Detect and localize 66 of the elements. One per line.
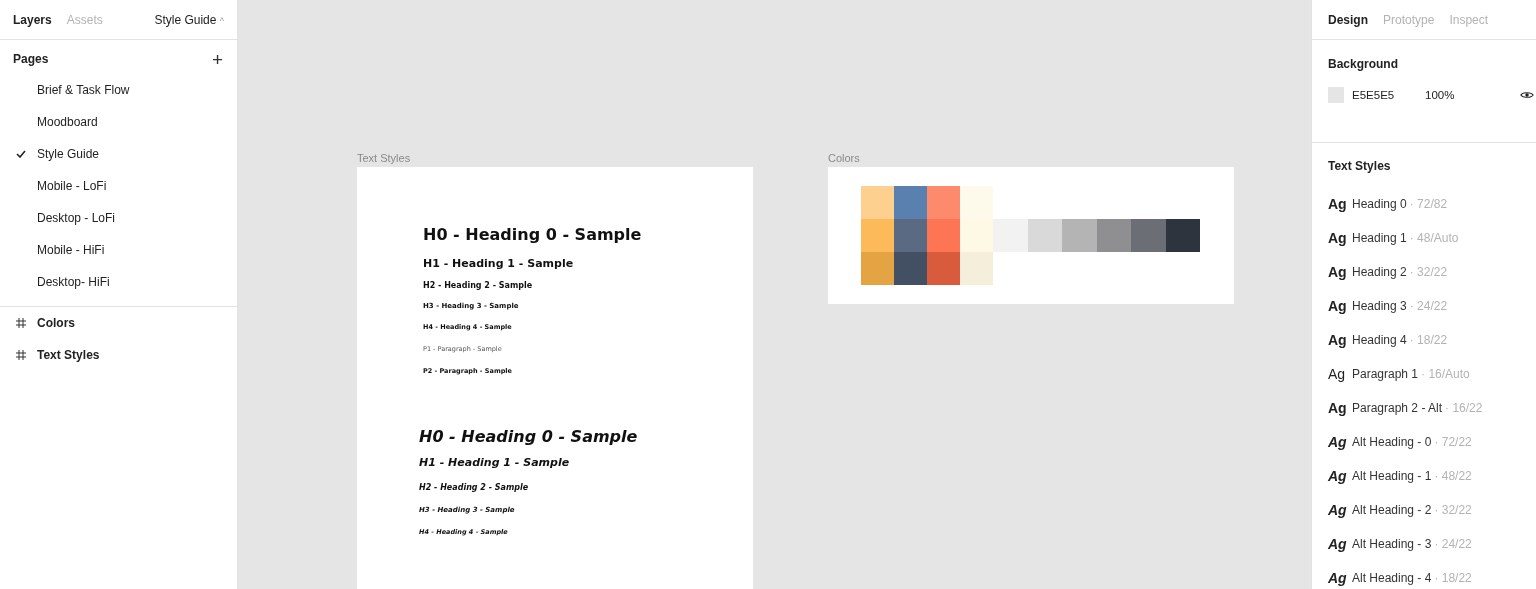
page-item[interactable]: Moodboard — [0, 106, 237, 138]
text-sample: H1 - Heading 1 - Sample — [423, 257, 574, 270]
frame-label: Text Styles — [357, 152, 412, 166]
style-size: · 24/22 — [1434, 537, 1472, 551]
frame-label: Colors — [828, 152, 861, 166]
page-item[interactable]: Mobile - LoFi — [0, 170, 237, 202]
style-preview: Ag — [1328, 570, 1348, 586]
page-item[interactable]: Style Guide — [0, 138, 237, 170]
style-size: · 16/Auto — [1421, 367, 1470, 381]
style-name[interactable]: Paragraph 1 — [1352, 367, 1419, 381]
frame-icon — [15, 349, 27, 361]
style-name[interactable]: Alt Heading - 4 — [1352, 571, 1432, 585]
style-name[interactable]: Paragraph 2 - Alt — [1352, 401, 1443, 415]
section-title: Background — [1328, 57, 1399, 71]
style-name[interactable]: Heading 0 — [1352, 197, 1407, 211]
style-size: · 32/22 — [1409, 265, 1448, 279]
style-preview: Ag — [1328, 230, 1348, 246]
style-size: · 18/22 — [1434, 571, 1472, 585]
style-size: · 72/22 — [1434, 435, 1472, 449]
section-title: Text Styles — [1328, 159, 1392, 173]
section-title: Pages — [13, 52, 49, 66]
style-preview: Ag — [1328, 468, 1348, 484]
text-sample: H1 - Heading 1 - Sample — [419, 456, 570, 469]
panel-tab[interactable]: Design — [1328, 12, 1368, 27]
page-item[interactable]: Desktop- HiFi — [0, 266, 237, 298]
style-name[interactable]: Heading 1 — [1352, 231, 1407, 245]
style-name[interactable]: Alt Heading - 0 — [1352, 435, 1432, 449]
page-item[interactable]: Desktop - LoFi — [0, 202, 237, 234]
style-size: · 16/22 — [1445, 401, 1483, 415]
style-size: · 48/22 — [1434, 469, 1472, 483]
page-menu[interactable]: Style Guide ^ — [154, 12, 224, 27]
style-preview: Ag — [1328, 196, 1348, 212]
style-name[interactable]: Alt Heading - 3 — [1352, 537, 1432, 551]
layer-item[interactable]: Colors — [37, 316, 75, 330]
layer-item[interactable]: Text Styles — [37, 348, 100, 362]
eye-icon[interactable] — [1520, 90, 1534, 100]
style-preview: Ag — [1328, 264, 1348, 280]
style-preview: Ag — [1328, 434, 1348, 450]
style-size: · 72/82 — [1409, 197, 1448, 211]
page-item[interactable]: Mobile - HiFi — [0, 234, 237, 266]
style-name[interactable]: Heading 2 — [1352, 265, 1407, 279]
style-size: · 48/Auto — [1409, 231, 1459, 245]
style-size: · 18/22 — [1409, 333, 1448, 347]
frame-icon — [15, 317, 27, 329]
page-item[interactable]: Brief & Task Flow — [0, 74, 237, 106]
style-name[interactable]: Heading 4 — [1352, 333, 1407, 347]
style-name[interactable]: Heading 3 — [1352, 299, 1407, 313]
style-name[interactable]: Alt Heading - 2 — [1352, 503, 1432, 517]
text-sample: H2 - Heading 2 - Sample — [423, 281, 533, 290]
style-preview: Ag — [1328, 400, 1348, 416]
style-size: · 24/22 — [1409, 299, 1448, 313]
color-value[interactable]: E5E5E5 — [1352, 89, 1425, 101]
style-name[interactable]: Alt Heading - 1 — [1352, 469, 1432, 483]
style-size: · 32/22 — [1434, 503, 1472, 517]
color-chip[interactable] — [1328, 87, 1344, 103]
style-preview: Ag — [1328, 298, 1348, 314]
text-sample: H2 - Heading 2 - Sample — [419, 483, 529, 492]
style-preview: Ag — [1328, 536, 1348, 552]
style-preview: Ag — [1328, 502, 1348, 518]
add-page-button[interactable]: + — [211, 49, 223, 69]
panel-tab[interactable]: Layers — [13, 12, 52, 27]
text-sample: H0 - Heading 0 - Sample — [423, 225, 642, 244]
style-preview: Ag — [1328, 332, 1348, 348]
style-preview: Ag — [1328, 366, 1347, 382]
opacity-value[interactable]: 100% — [1425, 89, 1455, 101]
text-sample: H0 - Heading 0 - Sample — [419, 427, 638, 446]
